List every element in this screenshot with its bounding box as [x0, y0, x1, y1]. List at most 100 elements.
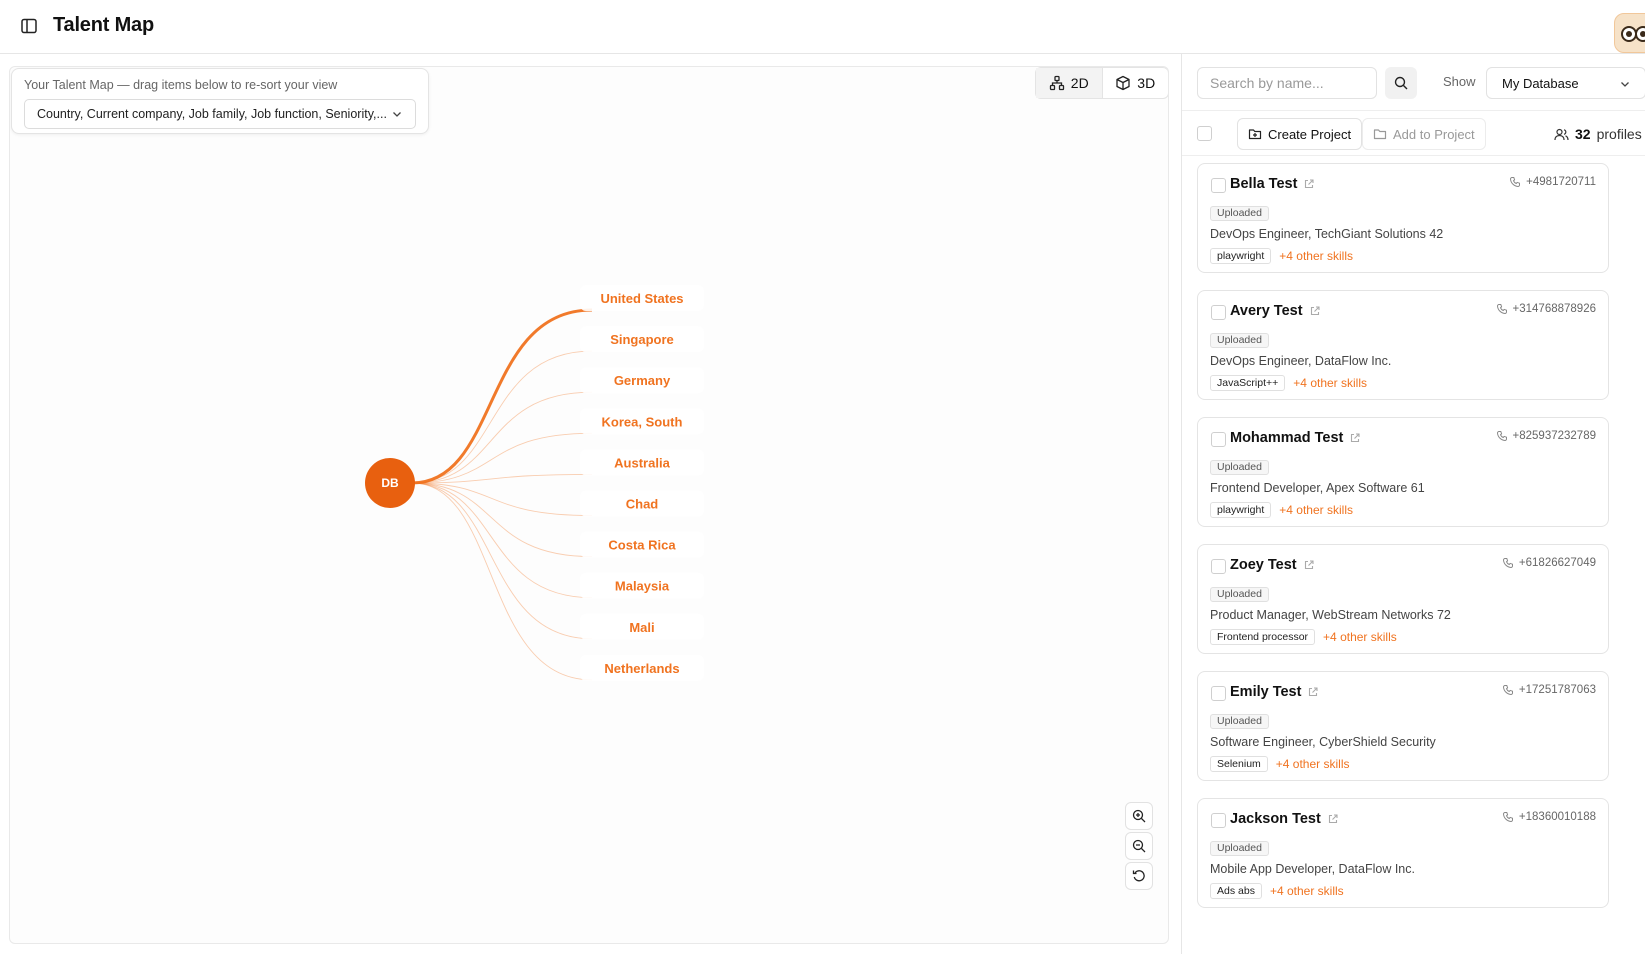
- profile-skills: JavaScript++ +4 other skills: [1210, 375, 1367, 391]
- profile-card[interactable]: Zoey Test +61826627049 Uploaded Product …: [1197, 544, 1609, 654]
- sidebar-toggle-icon[interactable]: [20, 17, 38, 35]
- external-link-icon[interactable]: [1307, 686, 1319, 698]
- profile-card[interactable]: Avery Test +314768878926 Uploaded DevOps…: [1197, 290, 1609, 400]
- more-skills-link[interactable]: +4 other skills: [1279, 249, 1353, 263]
- profile-checkbox[interactable]: [1211, 559, 1226, 574]
- external-link-icon[interactable]: [1303, 559, 1315, 571]
- profile-role: Software Engineer, CyberShield Security: [1210, 735, 1436, 749]
- profile-name[interactable]: Jackson Test: [1230, 811, 1339, 827]
- profile-checkbox[interactable]: [1211, 305, 1226, 320]
- country-node[interactable]: Malaysia: [580, 572, 704, 599]
- country-node-label: Malaysia: [615, 579, 670, 594]
- country-node-label: Australia: [614, 455, 670, 470]
- profile-checkbox[interactable]: [1211, 432, 1226, 447]
- profile-card[interactable]: Emily Test +17251787063 Uploaded Softwar…: [1197, 671, 1609, 781]
- country-node[interactable]: United States: [580, 285, 704, 311]
- view-3d-button[interactable]: 3D: [1103, 68, 1169, 98]
- profile-role: Mobile App Developer, DataFlow Inc.: [1210, 862, 1415, 876]
- profile-card[interactable]: Mohammad Test +825937232789 Uploaded Fro…: [1197, 417, 1609, 527]
- country-node[interactable]: Chad: [580, 490, 704, 517]
- zoom-out-button[interactable]: [1125, 832, 1153, 860]
- skill-tag: Frontend processor: [1210, 629, 1316, 645]
- external-link-icon[interactable]: [1309, 305, 1321, 317]
- external-link-icon[interactable]: [1327, 813, 1339, 825]
- country-node-label: Germany: [614, 373, 671, 388]
- owl-assistant-icon[interactable]: [1614, 13, 1645, 53]
- profile-name-text: Avery Test: [1230, 303, 1303, 319]
- search-input[interactable]: [1197, 67, 1377, 99]
- country-node-label: Netherlands: [604, 661, 679, 676]
- country-node-label: Korea, South: [602, 414, 683, 429]
- external-link-icon[interactable]: [1303, 178, 1315, 190]
- select-all-checkbox[interactable]: [1197, 126, 1212, 141]
- sort-order-box: Your Talent Map — drag items below to re…: [11, 68, 429, 134]
- view-2d-button[interactable]: 2D: [1036, 68, 1103, 98]
- view-mode-toggle: 2D 3D: [1035, 67, 1169, 99]
- profile-name[interactable]: Zoey Test: [1230, 557, 1315, 573]
- more-skills-link[interactable]: +4 other skills: [1279, 503, 1353, 517]
- profile-phone-text: +314768878926: [1512, 303, 1596, 315]
- graph-edge: [411, 391, 593, 484]
- profile-skills: playwright +4 other skills: [1210, 502, 1353, 518]
- profile-phone: +17251787063: [1502, 684, 1596, 696]
- sort-hint: Your Talent Map — drag items below to re…: [24, 78, 338, 92]
- create-project-button[interactable]: Create Project: [1237, 118, 1363, 150]
- profile-skills: playwright +4 other skills: [1210, 248, 1353, 264]
- talent-graph[interactable]: United States Singapore Germany Korea, Sout…: [10, 67, 1169, 944]
- status-badge: Uploaded: [1210, 206, 1269, 221]
- profile-skills: Ads abs +4 other skills: [1210, 883, 1344, 899]
- country-node[interactable]: Germany: [580, 367, 704, 394]
- sort-order-select[interactable]: Country, Current company, Job family, Jo…: [24, 99, 416, 129]
- more-skills-link[interactable]: +4 other skills: [1323, 630, 1397, 644]
- country-node[interactable]: Korea, South: [580, 408, 704, 435]
- graph-edge: [411, 482, 593, 599]
- profile-card[interactable]: Bella Test +4981720711 Uploaded DevOps E…: [1197, 163, 1609, 273]
- country-node[interactable]: Mali: [580, 613, 704, 640]
- external-link-icon[interactable]: [1349, 432, 1361, 444]
- profile-checkbox[interactable]: [1211, 813, 1226, 828]
- profile-name[interactable]: Avery Test: [1230, 303, 1321, 319]
- sort-order-value: Country, Current company, Job family, Jo…: [37, 107, 387, 121]
- profile-role: Product Manager, WebStream Networks 72: [1210, 608, 1451, 622]
- country-node[interactable]: Netherlands: [580, 654, 704, 681]
- zoom-out-icon: [1132, 839, 1146, 853]
- graph-edge: [411, 482, 593, 681]
- profile-name[interactable]: Bella Test: [1230, 176, 1315, 192]
- profile-name[interactable]: Emily Test: [1230, 684, 1319, 700]
- root-node-label: DB: [381, 476, 399, 490]
- database-select[interactable]: My Database: [1486, 67, 1645, 99]
- search-button[interactable]: [1385, 67, 1417, 99]
- profile-role: DevOps Engineer, TechGiant Solutions 42: [1210, 227, 1444, 241]
- country-node[interactable]: Costa Rica: [580, 531, 704, 558]
- profiles-toolbar: Create Project Add to Project 32 profile…: [1182, 110, 1645, 156]
- status-badge: Uploaded: [1210, 460, 1269, 475]
- country-node-label: United States: [600, 291, 683, 306]
- skill-tag: playwright: [1210, 248, 1272, 264]
- profile-card[interactable]: Jackson Test +18360010188 Uploaded Mobil…: [1197, 798, 1609, 908]
- app-header: Talent Map: [0, 0, 1645, 54]
- add-to-project-button[interactable]: Add to Project: [1362, 118, 1486, 150]
- profile-name-text: Bella Test: [1230, 176, 1298, 192]
- country-node[interactable]: Australia: [580, 449, 704, 476]
- more-skills-link[interactable]: +4 other skills: [1276, 757, 1350, 771]
- profile-phone: +18360010188: [1502, 811, 1596, 823]
- profile-name[interactable]: Mohammad Test: [1230, 430, 1361, 446]
- country-node[interactable]: Singapore: [580, 326, 704, 353]
- reset-icon: [1132, 870, 1145, 882]
- profile-name-text: Zoey Test: [1230, 557, 1297, 573]
- country-node-label: Costa Rica: [608, 538, 676, 553]
- more-skills-link[interactable]: +4 other skills: [1270, 884, 1344, 898]
- zoom-in-button[interactable]: [1125, 802, 1153, 830]
- profile-name-text: Emily Test: [1230, 684, 1302, 700]
- profile-checkbox[interactable]: [1211, 178, 1226, 193]
- chevron-down-icon: [1621, 82, 1629, 87]
- folder-plus-icon: [1248, 129, 1262, 140]
- reset-view-button[interactable]: [1125, 862, 1153, 890]
- more-skills-link[interactable]: +4 other skills: [1293, 376, 1367, 390]
- profile-phone-text: +4981720711: [1526, 176, 1596, 188]
- profile-checkbox[interactable]: [1211, 686, 1226, 701]
- skill-tag: playwright: [1210, 502, 1272, 518]
- phone-icon: [1502, 812, 1513, 823]
- root-node[interactable]: DB: [365, 458, 415, 508]
- profile-role: DevOps Engineer, DataFlow Inc.: [1210, 354, 1392, 368]
